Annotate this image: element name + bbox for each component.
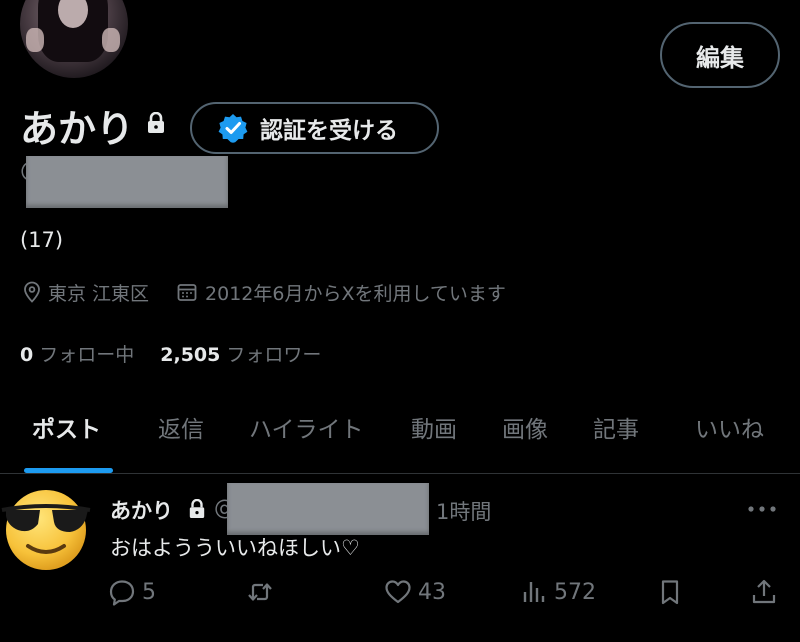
tab-posts[interactable]: ポスト (32, 410, 101, 444)
lock-icon (189, 499, 205, 518)
following-count: 0 (20, 344, 34, 366)
reply-count: 5 (142, 579, 156, 605)
followers-link[interactable]: 2,505 フォロワー (160, 340, 321, 367)
following-link[interactable]: 0 フォロー中 (20, 340, 134, 367)
tab-replies[interactable]: 返信 (158, 410, 204, 444)
redacted-post-handle (227, 483, 429, 535)
share-icon (752, 579, 776, 604)
followers-count: 2,505 (160, 344, 221, 366)
share-button[interactable] (750, 578, 778, 606)
post-timestamp[interactable]: 1時間 (436, 496, 491, 526)
profile-tabs: ポスト 返信 ハイライト 動画 画像 記事 いいね (0, 400, 800, 474)
tab-videos[interactable]: 動画 (411, 410, 457, 444)
active-tab-indicator (24, 468, 113, 473)
calendar-icon (177, 284, 197, 301)
profile-meta: 東京 江東区 2012年6月からXを利用しています (22, 279, 506, 305)
views-count: 572 (554, 579, 596, 605)
location-pin-icon (24, 281, 40, 303)
reply-icon (109, 580, 135, 606)
profile-location: 東京 江東区 (48, 282, 150, 305)
repost-button[interactable] (246, 578, 274, 606)
post-text: おはようういいねほしい♡ (110, 536, 360, 560)
get-verified-label: 認証を受ける (260, 118, 398, 144)
post-author-name[interactable]: あかり (110, 495, 173, 525)
profile-page: 編集 あかり 認証を受ける @ (17) 東京 江東区 2012年6月からXを利… (0, 0, 800, 642)
profile-joined-date: 2012年6月からXを利用しています (205, 282, 506, 305)
bookmark-button[interactable] (656, 578, 684, 606)
reply-button[interactable]: 5 (108, 578, 156, 606)
tab-likes[interactable]: いいね (695, 410, 764, 444)
tab-highlights[interactable]: ハイライト (249, 410, 364, 444)
edit-profile-button[interactable]: 編集 (660, 22, 780, 88)
repost-icon (248, 583, 272, 601)
get-verified-button[interactable]: 認証を受ける (190, 102, 439, 154)
tab-articles[interactable]: 記事 (593, 410, 639, 444)
followers-label: フォロワー (226, 344, 322, 366)
views-button[interactable]: 572 (520, 578, 596, 606)
post-actions: 5 43 572 (0, 578, 800, 612)
like-count: 43 (418, 579, 446, 605)
profile-display-name: あかり (20, 107, 135, 151)
redacted-handle (26, 156, 228, 208)
tab-images[interactable]: 画像 (502, 410, 548, 444)
heart-icon (385, 580, 411, 604)
following-label: フォロー中 (39, 344, 135, 366)
bookmark-icon (661, 580, 679, 605)
lock-icon (148, 112, 164, 133)
follow-stats: 0 フォロー中 2,505 フォロワー (20, 340, 321, 367)
profile-avatar[interactable] (20, 0, 128, 78)
more-icon[interactable] (746, 502, 778, 516)
like-button[interactable]: 43 (384, 578, 446, 606)
sunglasses-emoji-avatar[interactable] (0, 478, 96, 574)
verified-badge-icon (218, 114, 248, 143)
views-icon (523, 582, 545, 602)
profile-bio: (17) (20, 228, 64, 252)
